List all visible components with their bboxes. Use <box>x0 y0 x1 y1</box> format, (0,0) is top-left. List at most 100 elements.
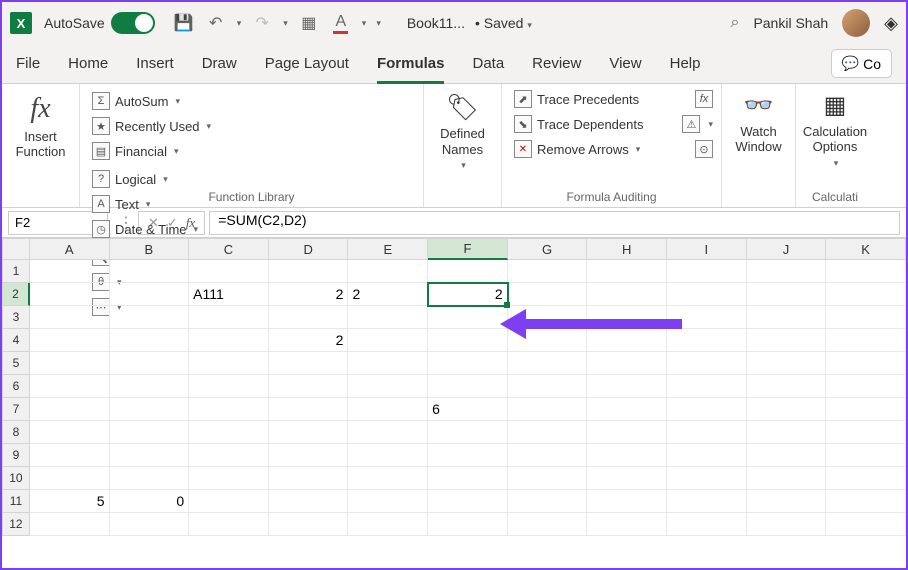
calc-options-button[interactable]: ▦ Calculation Options▾ <box>804 88 866 173</box>
row-header[interactable]: 8 <box>2 421 30 444</box>
row-header[interactable]: 2 <box>2 283 30 306</box>
cell[interactable] <box>30 329 110 352</box>
cell[interactable] <box>508 352 588 375</box>
document-title[interactable]: Book11... <box>407 15 465 31</box>
cell[interactable] <box>587 513 667 536</box>
cell[interactable] <box>189 490 269 513</box>
cell[interactable] <box>667 352 747 375</box>
cell[interactable] <box>110 375 190 398</box>
cell[interactable] <box>428 306 508 329</box>
cell[interactable] <box>508 375 588 398</box>
cell[interactable] <box>428 329 508 352</box>
column-header[interactable]: J <box>747 238 827 260</box>
cell[interactable] <box>826 375 906 398</box>
cell[interactable] <box>269 352 349 375</box>
cell[interactable] <box>508 444 588 467</box>
column-header[interactable]: K <box>826 238 906 260</box>
cell[interactable] <box>189 467 269 490</box>
cell[interactable] <box>747 352 827 375</box>
column-header[interactable]: E <box>348 238 428 260</box>
cell[interactable] <box>747 444 827 467</box>
column-header[interactable]: H <box>587 238 667 260</box>
avatar[interactable] <box>842 9 870 37</box>
cell[interactable] <box>189 306 269 329</box>
cell[interactable] <box>110 306 190 329</box>
qat-customize-icon[interactable]: ▾ <box>376 18 381 29</box>
cell[interactable] <box>587 329 667 352</box>
cell[interactable] <box>826 490 906 513</box>
column-header[interactable]: F <box>428 238 508 260</box>
cell[interactable] <box>189 444 269 467</box>
cell[interactable] <box>189 421 269 444</box>
cell[interactable] <box>348 375 428 398</box>
cell[interactable] <box>747 306 827 329</box>
row-header[interactable]: 5 <box>2 352 30 375</box>
cell[interactable]: 2 <box>348 283 428 306</box>
cell[interactable] <box>667 513 747 536</box>
user-name[interactable]: Pankil Shah <box>753 15 828 31</box>
tab-data[interactable]: Data <box>472 44 504 84</box>
cell[interactable] <box>189 329 269 352</box>
cell[interactable] <box>667 398 747 421</box>
row-header[interactable]: 10 <box>2 467 30 490</box>
column-header[interactable]: G <box>508 238 588 260</box>
cell[interactable] <box>587 260 667 283</box>
cell[interactable] <box>826 444 906 467</box>
cell[interactable] <box>826 306 906 329</box>
cell[interactable] <box>667 283 747 306</box>
cell[interactable] <box>348 329 428 352</box>
cell[interactable] <box>428 421 508 444</box>
cell[interactable]: 6 <box>428 398 508 421</box>
tab-home[interactable]: Home <box>68 44 108 84</box>
row-header[interactable]: 7 <box>2 398 30 421</box>
cell[interactable] <box>189 375 269 398</box>
cell[interactable] <box>508 260 588 283</box>
insert-function-button[interactable]: fx Insert Function <box>10 88 71 164</box>
tab-formulas[interactable]: Formulas <box>377 44 445 84</box>
cell[interactable] <box>667 329 747 352</box>
column-header[interactable]: A <box>30 238 110 260</box>
column-header[interactable]: B <box>110 238 190 260</box>
premium-icon[interactable]: ◈ <box>884 13 898 34</box>
logical-button[interactable]: ?Logical▾ <box>88 168 415 190</box>
cell[interactable] <box>269 444 349 467</box>
cell[interactable] <box>667 375 747 398</box>
cell[interactable] <box>189 398 269 421</box>
cell[interactable] <box>110 329 190 352</box>
show-formulas-icon[interactable]: fx <box>695 90 713 108</box>
cell[interactable] <box>348 260 428 283</box>
autosave-control[interactable]: AutoSave <box>44 12 155 34</box>
cell[interactable] <box>110 260 190 283</box>
cell[interactable] <box>110 283 190 306</box>
cell[interactable] <box>667 444 747 467</box>
cell[interactable]: 0 <box>110 490 190 513</box>
cell[interactable] <box>269 260 349 283</box>
cell[interactable] <box>826 260 906 283</box>
select-all-corner[interactable] <box>2 238 30 260</box>
row-header[interactable]: 4 <box>2 329 30 352</box>
cell[interactable] <box>587 467 667 490</box>
cell[interactable] <box>428 513 508 536</box>
cell[interactable] <box>747 260 827 283</box>
touch-mode-icon[interactable]: ▦ <box>298 12 320 34</box>
cell[interactable] <box>508 513 588 536</box>
cell[interactable] <box>269 513 349 536</box>
row-header[interactable]: 12 <box>2 513 30 536</box>
cell[interactable] <box>747 490 827 513</box>
cell[interactable] <box>508 283 588 306</box>
cell[interactable] <box>826 421 906 444</box>
cell[interactable] <box>269 398 349 421</box>
tab-help[interactable]: Help <box>670 44 701 84</box>
cell[interactable] <box>30 467 110 490</box>
autosum-button[interactable]: ΣAutoSum▾ <box>88 90 415 112</box>
cell[interactable] <box>747 513 827 536</box>
cell[interactable] <box>667 467 747 490</box>
cell[interactable] <box>587 398 667 421</box>
cell[interactable] <box>826 467 906 490</box>
chevron-down-icon[interactable]: ▾ <box>362 18 367 29</box>
cell[interactable] <box>587 375 667 398</box>
recently-used-button[interactable]: ★Recently Used▾ <box>88 115 415 137</box>
cell[interactable] <box>826 513 906 536</box>
cell[interactable] <box>269 306 349 329</box>
cell[interactable] <box>826 352 906 375</box>
